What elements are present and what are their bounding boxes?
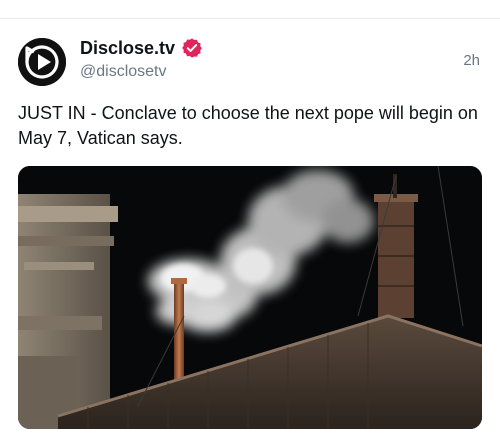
verified-badge-icon [182, 38, 202, 58]
avatar[interactable] [18, 38, 66, 86]
author-handle[interactable]: @disclosetv [80, 63, 167, 81]
chimney-smoke-photo [18, 166, 482, 429]
post-card[interactable]: Disclose.tv @disclosetv 2h JUST IN - Con… [0, 19, 500, 439]
post-text: JUST IN - Conclave to choose the next po… [18, 103, 478, 148]
post-media-photo[interactable] [18, 166, 482, 429]
post-timestamp[interactable]: 2h [463, 52, 480, 69]
play-button-logo-icon [18, 38, 66, 86]
author-name[interactable]: Disclose.tv [80, 38, 175, 59]
author-name-row: Disclose.tv [80, 37, 203, 59]
